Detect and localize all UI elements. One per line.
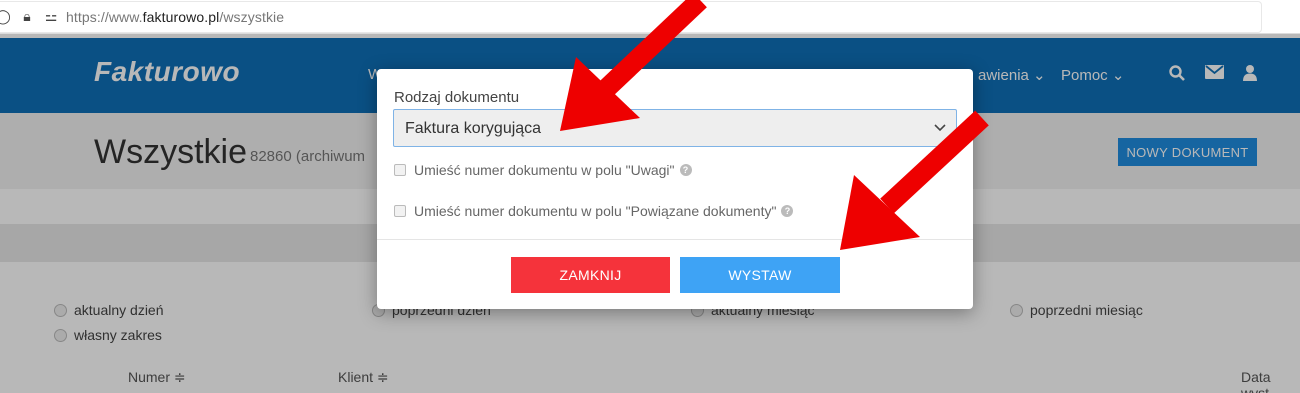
url-field-frame[interactable] bbox=[0, 1, 1262, 33]
checkbox-label: Umieść numer dokumentu w polu "Uwagi" bbox=[414, 162, 675, 178]
chevron-down-icon bbox=[934, 120, 946, 135]
help-icon[interactable]: ? bbox=[679, 164, 692, 176]
close-button[interactable]: ZAMKNIJ bbox=[511, 257, 670, 293]
checkbox-related-docs[interactable]: Umieść numer dokumentu w polu "Powiązane… bbox=[394, 203, 794, 219]
document-type-label: Rodzaj dokumentu bbox=[394, 89, 520, 106]
browser-address-bar: ◯ 🔒︎ ⚍ https://www.fakturowo.pl/wszystki… bbox=[0, 0, 1300, 34]
modal-divider bbox=[377, 239, 973, 240]
checkbox-notes[interactable]: Umieść numer dokumentu w polu "Uwagi" ? bbox=[394, 162, 692, 178]
selected-value: Faktura korygująca bbox=[405, 120, 542, 137]
checkbox-box[interactable] bbox=[394, 164, 406, 176]
checkbox-label: Umieść numer dokumentu w polu "Powiązane… bbox=[414, 203, 777, 219]
checkbox-box[interactable] bbox=[394, 205, 406, 217]
document-type-dialog: Rodzaj dokumentu Faktura korygująca Umie… bbox=[377, 69, 973, 309]
document-type-select[interactable]: Faktura korygująca bbox=[393, 109, 957, 147]
issue-button[interactable]: WYSTAW bbox=[680, 257, 840, 293]
help-icon[interactable]: ? bbox=[781, 205, 794, 217]
